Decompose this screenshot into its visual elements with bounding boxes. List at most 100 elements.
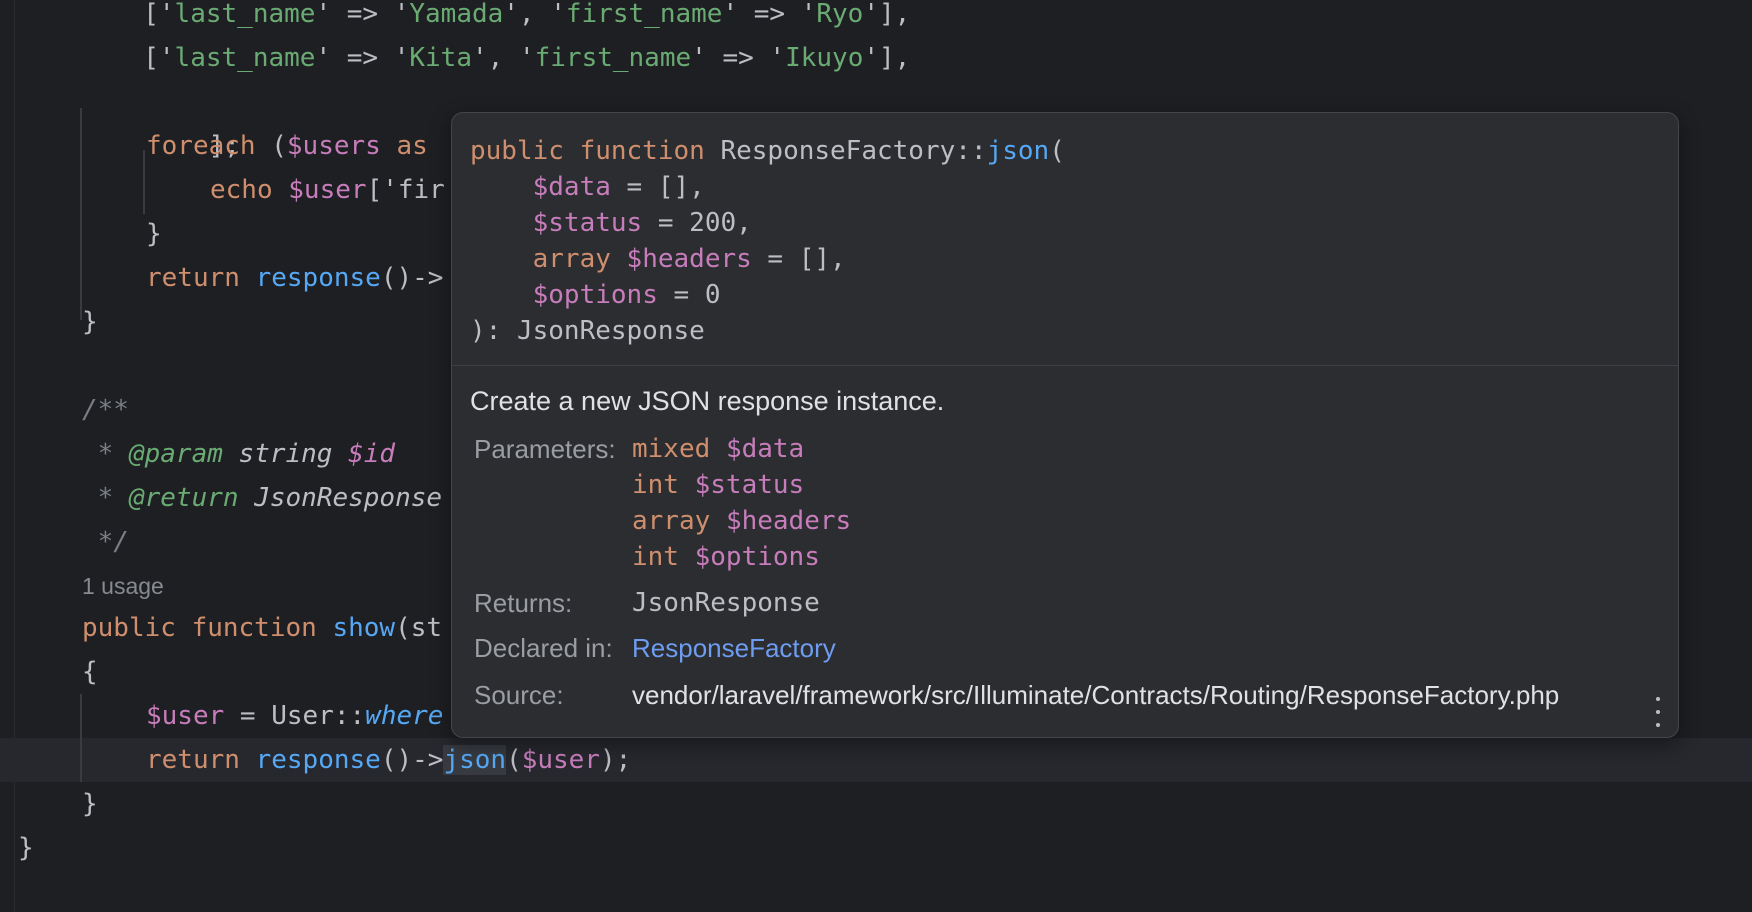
code-token: [' [143,43,175,73]
sig-token: ): JsonResponse [470,316,705,346]
code-token: string [222,439,349,469]
code-token: { [82,657,98,687]
param-name: $options [694,542,820,572]
code-token: @param [128,439,223,469]
doc-description: Create a new JSON response instance. [470,386,945,416]
usage-hint[interactable]: 1 usage [82,566,164,606]
code-line: foreach ($users as [146,124,428,168]
code-token: last_name [174,43,316,73]
param-type: int [632,542,679,572]
declared-in-link[interactable]: ResponseFactory [632,630,836,666]
code-token: as [380,131,428,161]
code-token: echo [210,175,289,205]
param-name: $status [694,470,805,500]
sig-token: array [532,244,627,274]
param-type: int [632,470,679,500]
code-line: public function show(st [82,606,442,650]
sig-token: $options [532,280,658,310]
code-token: '], [863,43,911,73]
code-token: $id [348,439,396,469]
code-token: ); [600,745,632,775]
sig-token: ( [1049,136,1065,166]
code-token: ()-> [380,263,444,293]
method-signature: public function ResponseFactory::json( $… [470,133,1065,349]
code-token: ()-> [380,745,444,775]
code-token: return [146,263,256,293]
code-token: '], [863,0,911,29]
sig-token: ResponseFactory:: [720,136,987,166]
code-token: ( [255,131,287,161]
code-token: last_name [174,0,316,29]
sig-token: public function [470,136,721,166]
sig-token: json [986,136,1050,166]
code-token: show [332,613,396,643]
source-label: Source: [474,680,564,710]
code-line: } [146,212,162,256]
code-token: Ikuyo [785,43,864,73]
parameters-label: Parameters: [474,434,616,464]
code-line: { [82,650,98,694]
param-item: int $options [632,539,820,575]
code-token: Yamada [409,0,504,29]
code-token: JsonResponse [238,483,443,513]
sig-token: = [], [610,172,705,202]
code-token: ' => ' [315,43,410,73]
param-name: $data [725,434,805,464]
param-item: mixed $data [632,431,804,467]
sig-token: = 0 [657,280,721,310]
code-token: where [365,701,444,731]
code-token: * [82,439,129,469]
code-token: response [255,263,381,293]
indent-guide [143,150,145,214]
indent-guide [80,694,82,782]
code-line: return response()-> [146,256,443,300]
code-token: ( [506,745,522,775]
returns-label: Returns: [474,588,573,618]
param-name: $headers [725,506,852,536]
code-line: } [82,782,98,826]
code-line: $user = User::where [146,694,443,738]
code-token: ['fir [366,175,445,205]
code-token: ', ' [471,43,535,73]
code-token: $user [146,701,225,731]
code-token: return [146,745,256,775]
code-token: } [18,833,34,863]
code-line: */ [82,520,129,564]
sig-token: = 200, [642,208,752,238]
json-method-reference[interactable]: json [443,745,507,775]
code-token: first_name [565,0,723,29]
param-item: array $headers [632,503,851,539]
popup-divider [452,365,1678,366]
code-line: * @return JsonResponse [82,476,442,520]
code-token: } [146,219,162,249]
code-token: response [255,745,381,775]
code-token: /** [82,395,129,425]
code-line-current: return response()->json($user); [146,738,631,782]
code-line: ]; [146,80,240,161]
code-token: } [82,307,98,337]
code-token: first_name [534,43,692,73]
code-token: ' => ' [691,43,786,73]
code-line: * @param string $id [82,432,395,476]
quick-documentation-popup[interactable]: public function ResponseFactory::json( $… [451,112,1679,738]
code-token: foreach [146,131,256,161]
code-token: Ryo [816,0,864,29]
sig-token: $data [532,172,611,202]
returns-value: JsonResponse [632,588,820,618]
code-token: @return [128,483,239,513]
code-token: ' => ' [722,0,817,29]
code-line: /** [82,388,129,432]
code-token: ', ' [503,0,566,29]
code-line: ['last_name' => 'Kita', 'first_name' => … [18,36,910,80]
vertical-ellipsis-icon[interactable] [1654,697,1662,727]
code-token: [' [143,0,175,29]
param-item: int $status [632,467,804,503]
code-token: } [82,789,98,819]
code-token: (st [395,613,443,643]
sig-token: $headers [626,244,752,274]
code-token: ' => ' [315,0,410,29]
code-line: ['last_name' => 'Yamada', 'first_name' =… [18,0,910,36]
param-type: mixed [632,434,711,464]
declared-in-label: Declared in: [474,633,613,663]
